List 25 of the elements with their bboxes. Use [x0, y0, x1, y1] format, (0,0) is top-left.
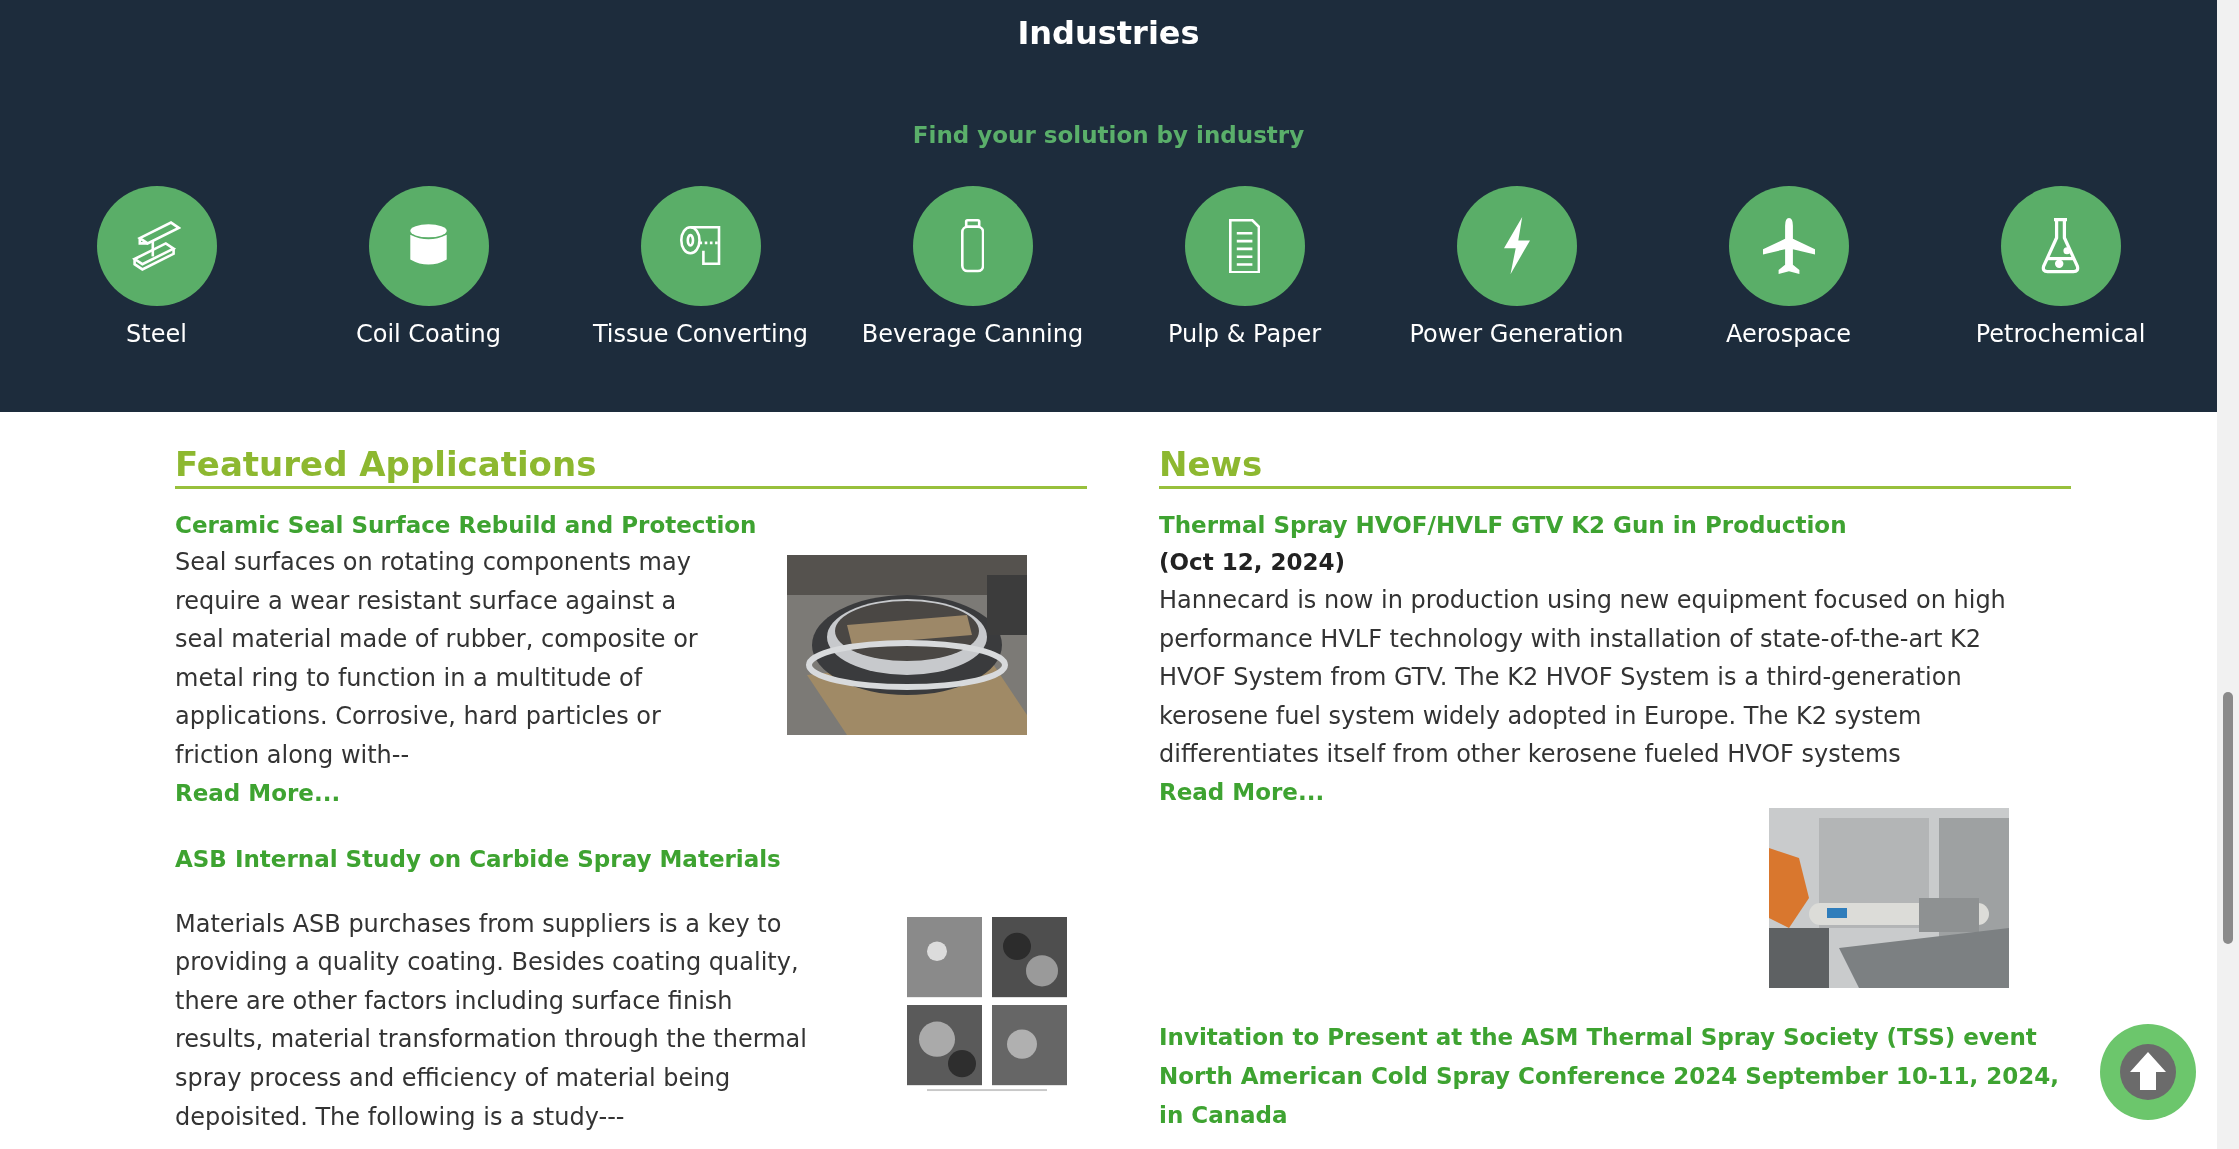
- industry-link[interactable]: Power Generation: [1409, 320, 1624, 348]
- flask-icon: [2041, 217, 2080, 275]
- section-heading: Featured Applications: [175, 444, 598, 484]
- industry-link[interactable]: Petrochemical: [1975, 320, 2146, 348]
- section-heading: News: [1159, 444, 1264, 484]
- industry-link[interactable]: Tissue Converting: [592, 320, 809, 348]
- section-title: Industries: [1017, 14, 1200, 52]
- can-icon: [960, 219, 985, 273]
- industry-link[interactable]: Pulp & Paper: [1167, 320, 1322, 348]
- article-excerpt: Materials ASB purchases from suppliers is a key to providing a quality coating. Besides coating quality, there are other factors including surface finish results, material transformation through the thermal spray process and efficiency of material being depoisited. The following is a study---: [175, 908, 808, 1133]
- article-excerpt: Seal surfaces on rotating components may require a wear resistant surface against a seal material made of rubber, composite or metal ring to function in a multitude of applications. Corrosive, hard particles or friction along with--: [175, 547, 699, 771]
- lightning-icon: [1503, 217, 1530, 275]
- section-subtitle: Find your solution by industry: [912, 122, 1305, 148]
- airplane-icon: [1762, 218, 1815, 274]
- industry-link[interactable]: Steel: [126, 320, 187, 348]
- industry-link[interactable]: Coil Coating: [355, 320, 502, 348]
- industry-link[interactable]: Beverage Canning: [861, 320, 1084, 348]
- news-excerpt: Hannecard is now in production using new equipment focused on high performance HVLF technology with installation of state-of-the-art K2 HVOF System from GTV. The K2 HVOF System is a third-generation kerosene fuel system widely adopted in Europe. The K2 system differentiates itself from other kerosene fueled HVOF systems: [1159, 585, 2007, 771]
- paper-roll-icon: [679, 225, 722, 267]
- news-date: (Oct 12, 2024): [1159, 548, 1346, 577]
- i-beam-icon: [131, 220, 182, 272]
- scrollbar-thumb[interactable]: [2223, 692, 2233, 944]
- industry-link[interactable]: Aerospace: [1725, 320, 1852, 348]
- scrollbar[interactable]: [2217, 0, 2239, 1149]
- document-icon: [1228, 218, 1261, 274]
